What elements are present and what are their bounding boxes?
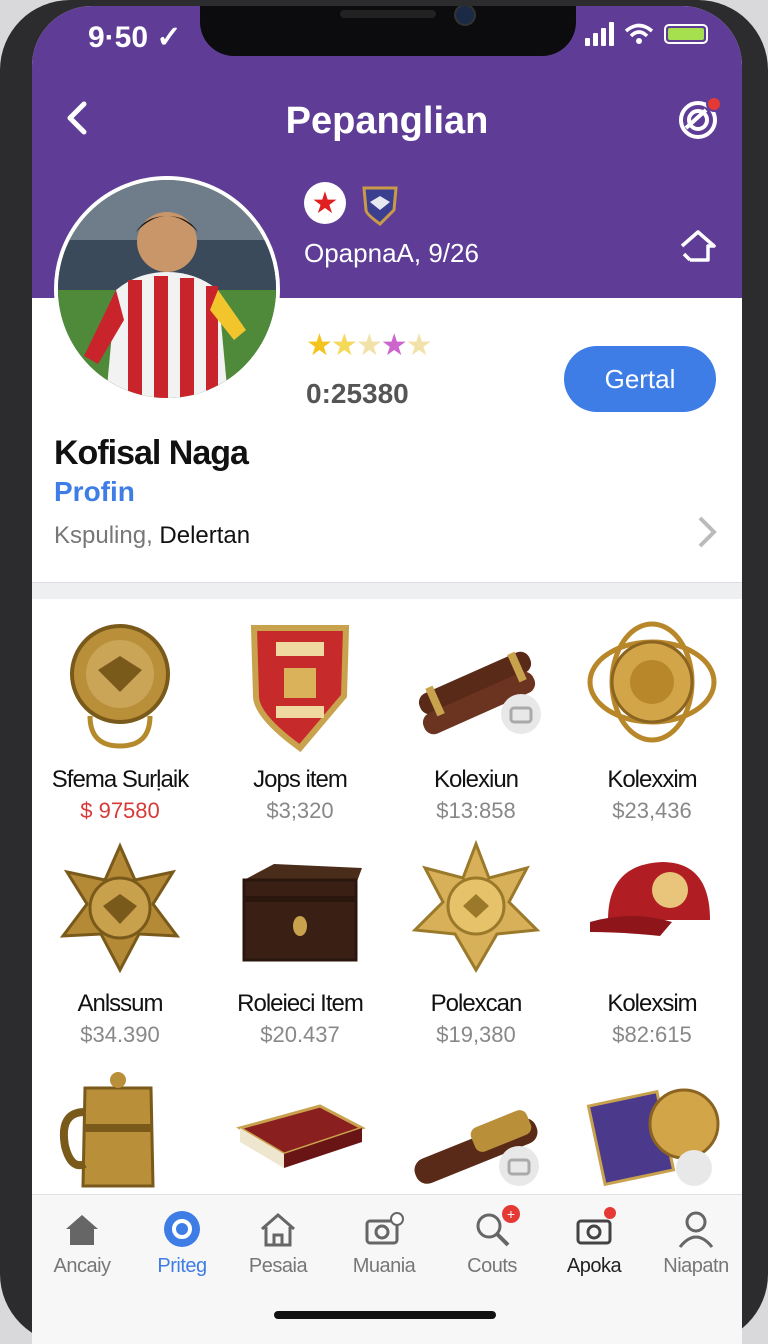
player-badges: ★ <box>304 182 400 226</box>
tab-label: Muania <box>352 1255 416 1277</box>
home-icon <box>62 1209 102 1249</box>
settings-button[interactable] <box>676 96 722 142</box>
item-label: Kolexiun <box>433 766 519 793</box>
camera-notch <box>200 6 576 56</box>
item-label: Anlssum <box>77 990 163 1017</box>
collection-item[interactable]: Kolexsim $82:615 <box>564 840 740 1060</box>
scroll-icon <box>418 651 541 735</box>
red-cap-icon <box>590 862 710 936</box>
tab-ancaiy[interactable]: Ancaiy <box>32 1209 132 1278</box>
camera-icon <box>364 1209 404 1249</box>
gold-star-icon <box>411 840 541 973</box>
collection-item[interactable]: Anlssum $34.390 <box>32 840 208 1060</box>
chevron-right-icon[interactable] <box>692 512 720 562</box>
home-outline-icon <box>680 230 716 262</box>
tab-label: Apoka <box>566 1255 622 1277</box>
status-icons <box>585 22 708 46</box>
item-label: Jops item <box>253 766 348 793</box>
signal-icon <box>585 22 614 46</box>
rating-star: ★ <box>355 329 383 362</box>
front-camera <box>454 6 476 26</box>
item-price: $82:615 <box>612 1022 692 1047</box>
player-avatar[interactable] <box>54 176 280 402</box>
tab-label: Couts <box>467 1255 517 1277</box>
tab-label: Ancaiy <box>53 1255 111 1277</box>
profile-name: Kofisal Naga <box>54 434 249 472</box>
rating-star: ★ <box>330 329 358 362</box>
notification-dot <box>706 96 722 112</box>
wooden-chest-icon <box>242 864 362 962</box>
user-icon <box>676 1209 716 1249</box>
house-outline-icon <box>258 1209 298 1249</box>
speaker-grille <box>340 10 436 18</box>
badge-coin-icon <box>586 1088 720 1187</box>
player-meta: OpapnaA, 9/26 <box>304 238 479 268</box>
collection-item[interactable]: Polexcan $19,380 <box>388 840 564 1060</box>
tab-couts[interactable]: + Couts <box>442 1205 542 1278</box>
collection-item[interactable]: Sfema Surḷaik $ 97580 <box>32 616 208 836</box>
medal-icon <box>70 624 170 749</box>
collection-item[interactable]: Roleieci Item $20.437 <box>212 840 388 1060</box>
item-price: $13:858 <box>436 798 516 823</box>
club-crest-icon <box>362 186 398 226</box>
rating-star: ★ <box>306 329 333 362</box>
item-price: $34.390 <box>80 1022 160 1047</box>
primary-action-button[interactable]: Gertal <box>564 346 716 412</box>
item-price: $20.437 <box>260 1022 340 1047</box>
item-price: $19,380 <box>436 1022 516 1047</box>
gold-ornament-icon <box>587 621 717 743</box>
tab-bar: Ancaiy Priteg Pesaia Muania + Couts Apok… <box>32 1194 742 1344</box>
score-value: 0:25380 <box>306 378 409 409</box>
collection-item[interactable]: Kolexxim $23,436 <box>564 616 740 836</box>
collection-item[interactable]: Jops item $3;320 <box>212 616 388 836</box>
home-button[interactable] <box>676 224 720 268</box>
location-value: Delertan <box>159 522 251 549</box>
item-label: Kolexxim <box>607 766 697 793</box>
profile-link[interactable]: Profin <box>54 476 135 508</box>
location-label: Kspuling, <box>54 522 153 549</box>
star-rating: ★★★★★ <box>306 328 433 363</box>
page-title: Pepanglian <box>285 100 489 142</box>
camera-alt-icon <box>574 1207 616 1249</box>
rating-star: ★ <box>405 329 433 362</box>
tab-badge: + <box>502 1205 520 1223</box>
item-label: Roleieci Item <box>237 990 364 1017</box>
item-price: $ 97580 <box>80 798 160 823</box>
notification-dot <box>604 1207 616 1219</box>
item-price: $3;320 <box>266 798 334 823</box>
location-row[interactable]: Kspuling, Delertan <box>54 522 250 550</box>
tab-label: Pesaia <box>248 1255 308 1277</box>
tab-pesaia[interactable]: Pesaia <box>228 1209 328 1278</box>
search-icon: + <box>472 1205 520 1249</box>
star-badge-icon: ★ <box>304 182 346 224</box>
gold-mug-icon <box>60 1072 155 1188</box>
tab-label: Niapatn <box>663 1255 729 1277</box>
battery-icon <box>664 24 708 44</box>
book-icon <box>236 1104 366 1168</box>
screen: 9·50 ✓ Pepanglian ★ OpapnaA, 9/26 ★★★★★ … <box>32 6 742 1344</box>
tab-muania[interactable]: Muania <box>334 1209 434 1278</box>
section-divider <box>32 582 742 599</box>
item-label: Kolexsim <box>607 990 697 1017</box>
tab-niapatn[interactable]: Niapatn <box>646 1209 742 1278</box>
telescope-icon <box>414 1110 539 1186</box>
player-photo <box>58 180 276 398</box>
tab-label: Priteg <box>157 1255 207 1277</box>
tab-apoka[interactable]: Apoka <box>544 1207 644 1278</box>
gear-icon <box>162 1209 202 1249</box>
rating-star: ★ <box>380 329 408 362</box>
item-label: Sfema Surḷaik <box>51 766 189 793</box>
crest-shield-icon <box>250 625 350 753</box>
home-indicator[interactable] <box>274 1311 496 1319</box>
item-label: Polexcan <box>430 990 523 1017</box>
status-time: 9·50 ✓ <box>88 21 182 54</box>
phone-frame: 9·50 ✓ Pepanglian ★ OpapnaA, 9/26 ★★★★★ … <box>0 0 768 1344</box>
item-price: $23,436 <box>612 798 692 823</box>
wifi-icon <box>624 23 654 44</box>
tab-priteg[interactable]: Priteg <box>132 1209 232 1278</box>
collection-item[interactable]: Kolexiun $13:858 <box>388 616 564 836</box>
star-medal-icon <box>59 842 181 974</box>
